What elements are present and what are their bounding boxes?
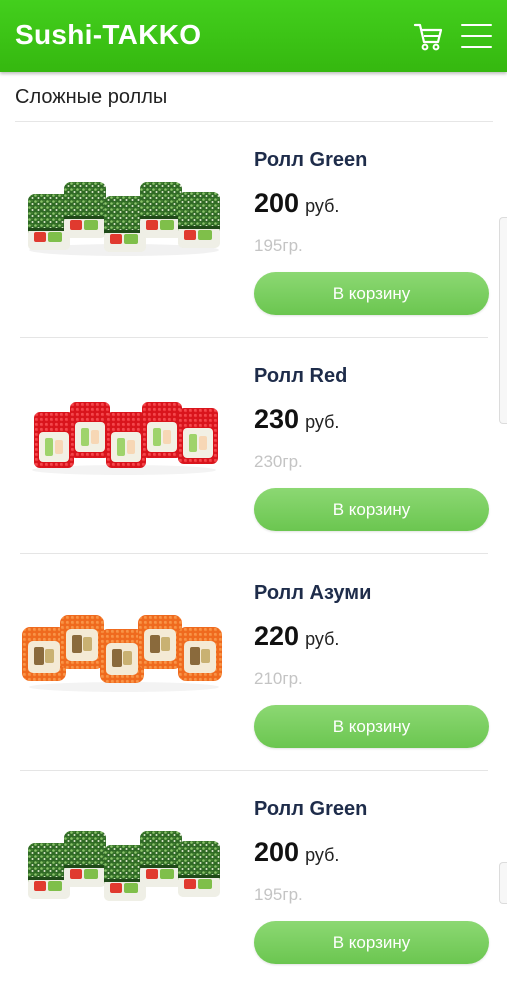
app-header: Sushi-TAKKO bbox=[0, 0, 507, 72]
scroll-handle[interactable] bbox=[499, 862, 507, 904]
product-price: 230 руб. bbox=[254, 404, 339, 435]
price-value: 200 bbox=[254, 188, 300, 218]
product-weight: 230гр. bbox=[254, 452, 303, 471]
product-card: Ролл Азуми 220 руб. 210гр. В корзину bbox=[0, 555, 507, 771]
product-card: Ролл Red 230 руб. 230гр. В корзину bbox=[0, 338, 507, 554]
category-title: Сложные роллы bbox=[15, 86, 168, 108]
green-roll-image bbox=[28, 182, 220, 256]
product-card: Ролл Green 200 руб. 195гр. В корзину bbox=[0, 122, 507, 338]
price-value: 220 bbox=[254, 621, 300, 651]
red-roll-image bbox=[32, 402, 218, 475]
green-roll-image bbox=[28, 831, 220, 901]
product-card: Ролл Green 200 руб. 195гр. В корзину bbox=[0, 771, 507, 987]
price-currency: руб. bbox=[305, 629, 340, 649]
card-divider bbox=[20, 553, 488, 554]
add-to-cart-button[interactable]: В корзину bbox=[254, 488, 489, 531]
product-name[interactable]: Ролл Red bbox=[254, 365, 347, 388]
product-name[interactable]: Ролл Green bbox=[254, 798, 367, 821]
add-to-cart-button[interactable]: В корзину bbox=[254, 272, 489, 315]
product-price: 200 руб. bbox=[254, 837, 339, 868]
product-weight: 195гр. bbox=[254, 236, 303, 255]
product-weight: 195гр. bbox=[254, 885, 303, 904]
product-weight: 210гр. bbox=[254, 669, 303, 688]
scroll-handle[interactable] bbox=[499, 217, 507, 424]
add-to-cart-button[interactable]: В корзину bbox=[254, 705, 489, 748]
product-name[interactable]: Ролл Green bbox=[254, 149, 367, 172]
cart-icon[interactable] bbox=[412, 20, 444, 52]
price-currency: руб. bbox=[305, 412, 340, 432]
product-price: 200 руб. bbox=[254, 188, 339, 219]
brand-logo-text[interactable]: Sushi-TAKKO bbox=[15, 19, 201, 51]
product-price: 220 руб. bbox=[254, 621, 339, 652]
hamburger-menu-icon[interactable] bbox=[461, 22, 493, 50]
price-value: 200 bbox=[254, 837, 300, 867]
price-value: 230 bbox=[254, 404, 300, 434]
price-currency: руб. bbox=[305, 196, 340, 216]
product-name[interactable]: Ролл Азуми bbox=[254, 582, 371, 605]
add-to-cart-button[interactable]: В корзину bbox=[254, 921, 489, 964]
price-currency: руб. bbox=[305, 845, 340, 865]
orange-roll-image bbox=[22, 615, 222, 692]
